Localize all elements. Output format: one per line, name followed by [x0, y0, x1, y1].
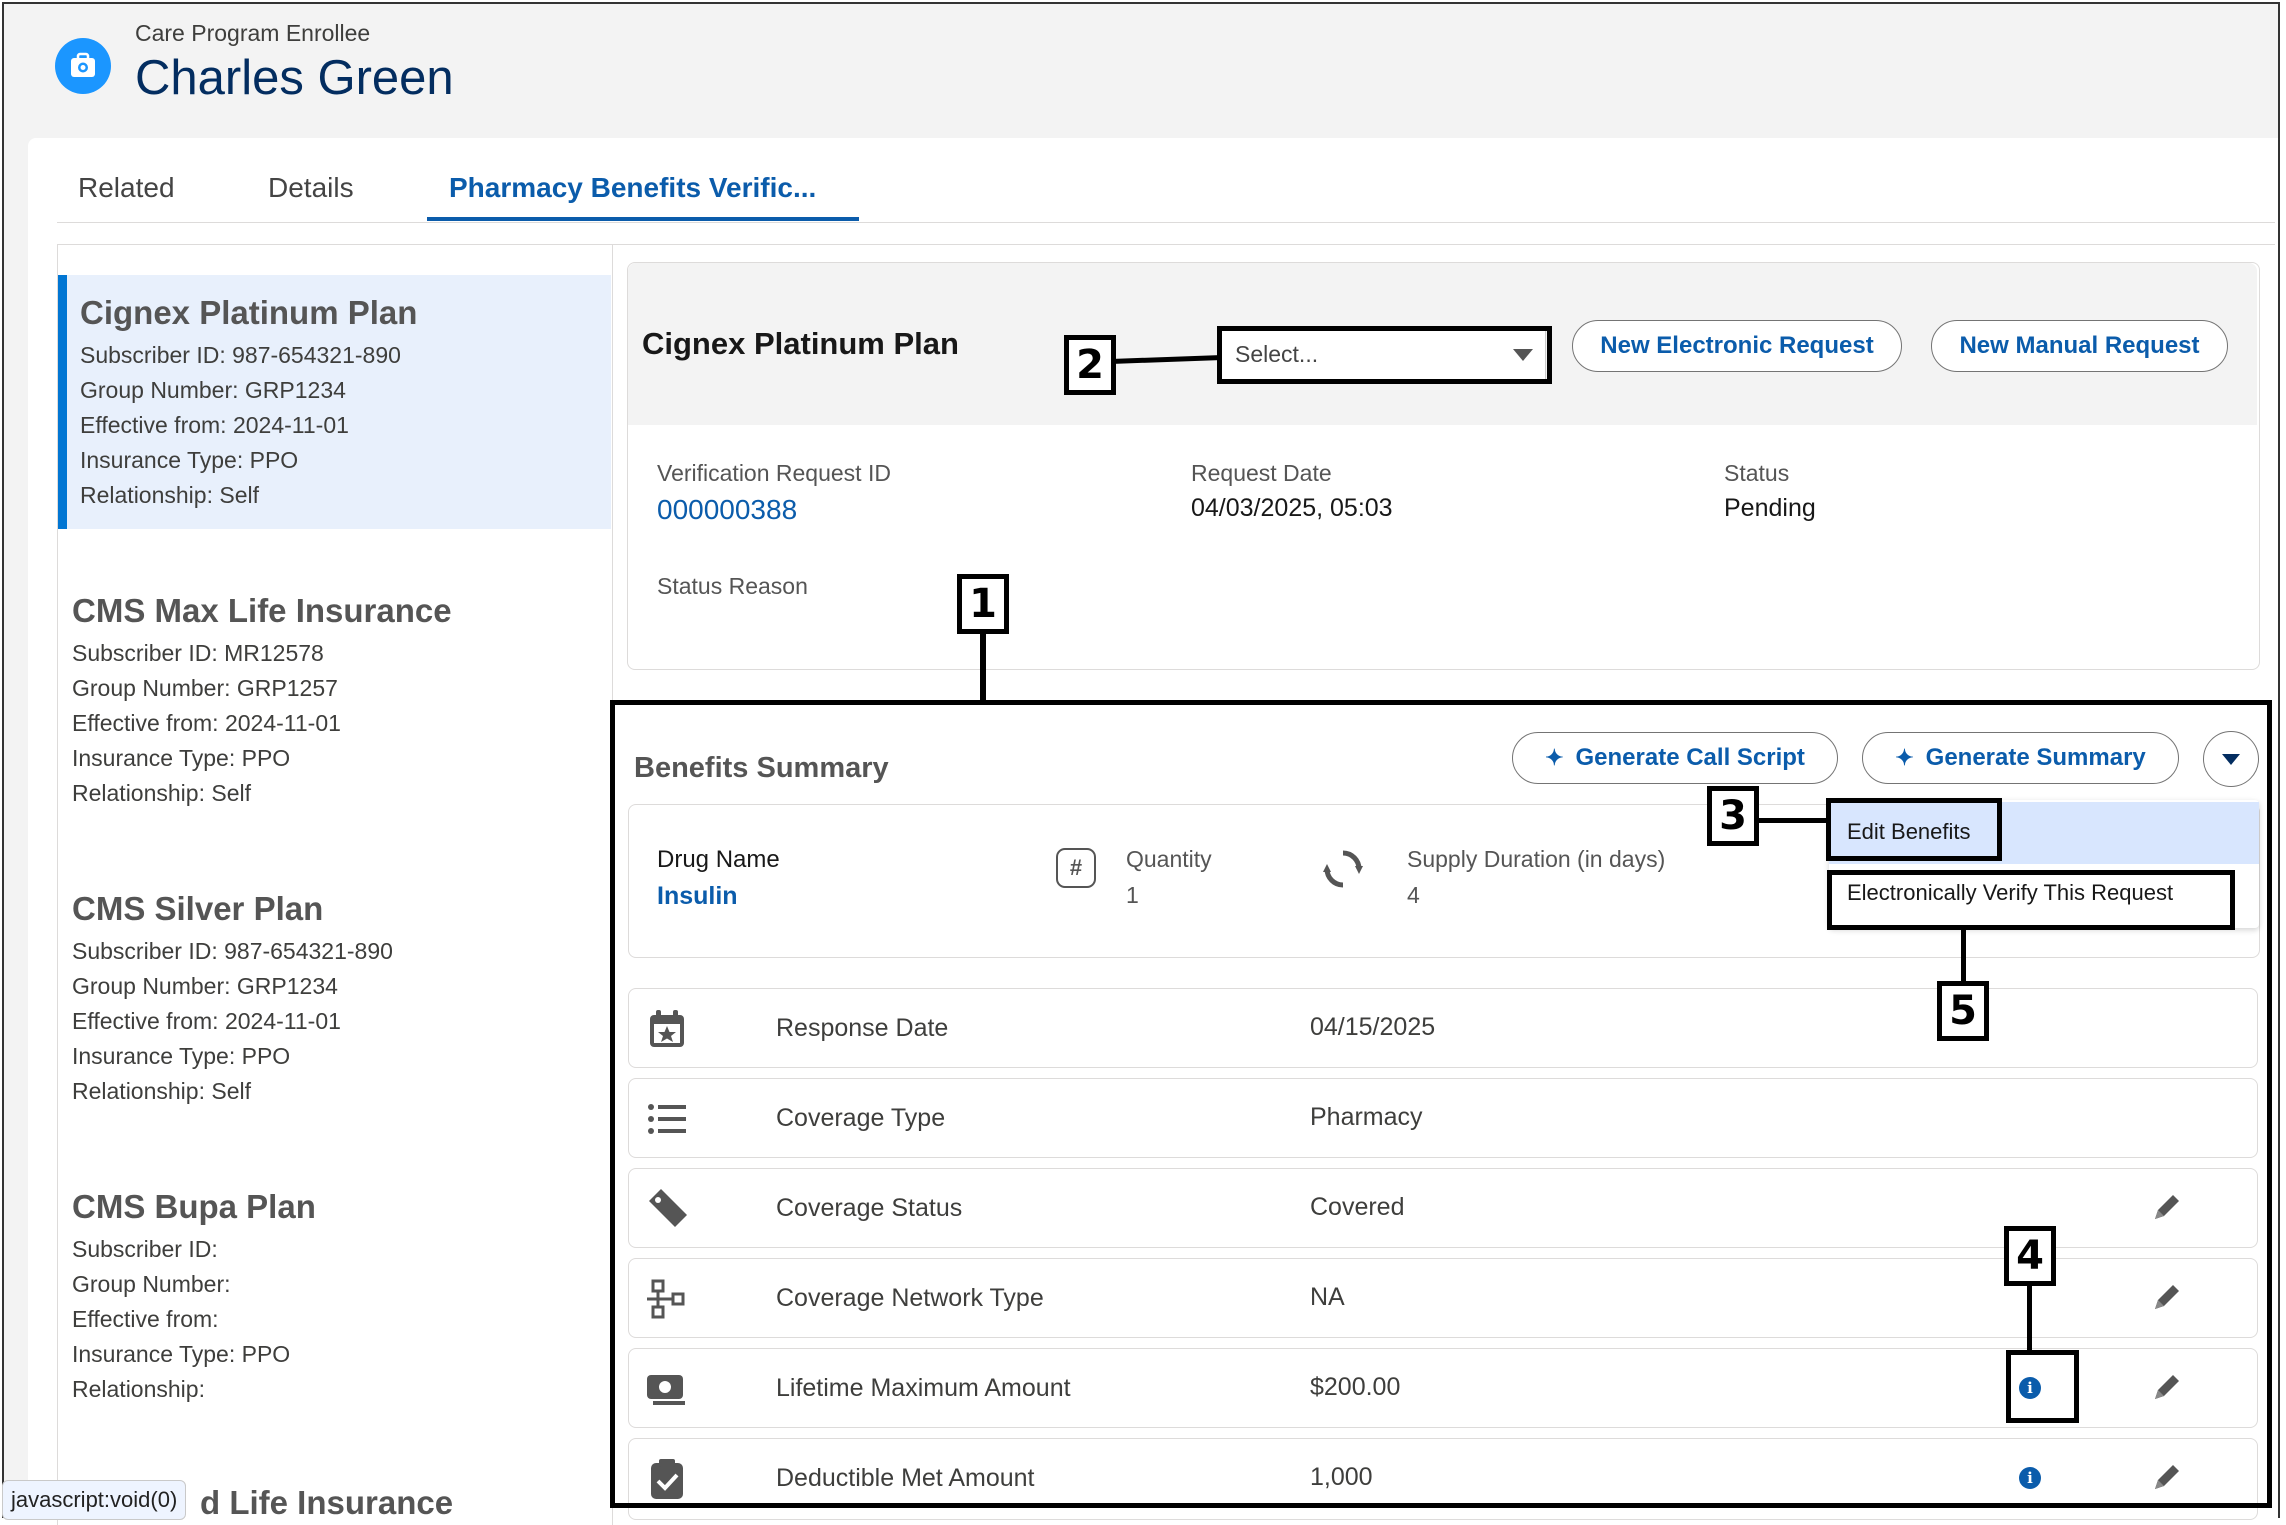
annotation-number-2: 2: [1064, 335, 1116, 395]
verification-request-id-label: Verification Request ID: [657, 460, 891, 486]
status-bar-url: javascript:void(0): [2, 1480, 187, 1520]
annotation-box-4: [2006, 1350, 2079, 1423]
plan-relationship: Relationship: Self: [72, 1078, 251, 1104]
new-electronic-request-button[interactable]: New Electronic Request: [1572, 320, 1902, 372]
plan-group-number: Group Number: GRP1234: [80, 377, 346, 403]
plan-name: CMS Bupa Plan: [72, 1188, 316, 1225]
plan-item-cignex-platinum[interactable]: Cignex Platinum Plan Subscriber ID: 987-…: [80, 294, 417, 513]
annotation-number-4: 4: [2004, 1226, 2056, 1286]
request-date-label: Request Date: [1191, 460, 1332, 486]
request-date-value: 04/03/2025, 05:03: [1191, 494, 1393, 522]
annotation-number-3: 3: [1707, 786, 1759, 846]
record-title: Charles Green: [135, 51, 454, 105]
plan-insurance-type: Insurance Type: PPO: [72, 1341, 291, 1367]
plan-relationship: Relationship:: [72, 1376, 205, 1402]
plan-subscriber-id: Subscriber ID: 987-654321-890: [72, 938, 393, 964]
request-plan-title: Cignex Platinum Plan: [642, 326, 959, 361]
annotation-number-1: 1: [957, 574, 1009, 634]
status-value: Pending: [1724, 494, 1816, 522]
plan-name: CMS Max Life Insurance: [72, 592, 452, 629]
new-manual-request-button[interactable]: New Manual Request: [1931, 320, 2228, 372]
annotation-box-5: [1827, 870, 2235, 930]
plan-effective-from: Effective from: 2024-11-01: [80, 412, 349, 438]
plan-insurance-type: Insurance Type: PPO: [72, 745, 291, 771]
annotation-box-3: [1826, 798, 2002, 861]
tab-related[interactable]: Related: [78, 172, 175, 204]
plan-effective-from: Effective from: 2024-11-01: [72, 1008, 341, 1034]
plan-subscriber-id: Subscriber ID: MR12578: [72, 640, 324, 666]
plan-effective-from: Effective from: 2024-11-01: [72, 710, 341, 736]
annotation-number-5: 5: [1937, 981, 1989, 1041]
plan-item-cms-bupa[interactable]: CMS Bupa Plan Subscriber ID: Group Numbe…: [72, 1188, 316, 1407]
annotation-connector-5: [1961, 928, 1966, 984]
record-type-label: Care Program Enrollee: [135, 20, 371, 46]
annotation-connector-3: [1757, 818, 1828, 823]
status-label: Status: [1724, 460, 1790, 486]
plan-item-cms-silver[interactable]: CMS Silver Plan Subscriber ID: 987-65432…: [72, 890, 393, 1109]
care-program-icon: [55, 38, 111, 94]
annotation-connector-1: [980, 632, 986, 702]
plan-group-number: Group Number: GRP1257: [72, 675, 338, 701]
plan-item-cms-max-life[interactable]: CMS Max Life Insurance Subscriber ID: MR…: [72, 592, 452, 811]
plan-subscriber-id: Subscriber ID:: [72, 1236, 218, 1262]
tabs-divider: [57, 222, 2275, 223]
tab-details[interactable]: Details: [268, 172, 354, 204]
plan-effective-from: Effective from:: [72, 1306, 219, 1332]
annotation-box-2: [1217, 326, 1552, 384]
verification-request-id-link[interactable]: 000000388: [657, 494, 797, 526]
plan-relationship: Relationship: Self: [72, 780, 251, 806]
active-tab-indicator: [427, 217, 859, 221]
annotation-connector-4: [2027, 1282, 2032, 1352]
plan-group-number: Group Number: GRP1234: [72, 973, 338, 999]
plan-subscriber-id: Subscriber ID: 987-654321-890: [80, 342, 401, 368]
plan-name: Cignex Platinum Plan: [80, 294, 418, 331]
plan-insurance-type: Insurance Type: PPO: [80, 447, 299, 473]
plan-item-partial[interactable]: d Life Insurance: [200, 1484, 453, 1522]
tab-pharmacy-benefits-verification[interactable]: Pharmacy Benefits Verific...: [449, 172, 816, 204]
status-reason-label: Status Reason: [657, 573, 808, 599]
plan-selected-indicator: [58, 275, 67, 529]
plan-group-number: Group Number:: [72, 1271, 231, 1297]
plan-insurance-type: Insurance Type: PPO: [72, 1043, 291, 1069]
plan-relationship: Relationship: Self: [80, 482, 259, 508]
plan-name: CMS Silver Plan: [72, 890, 324, 927]
